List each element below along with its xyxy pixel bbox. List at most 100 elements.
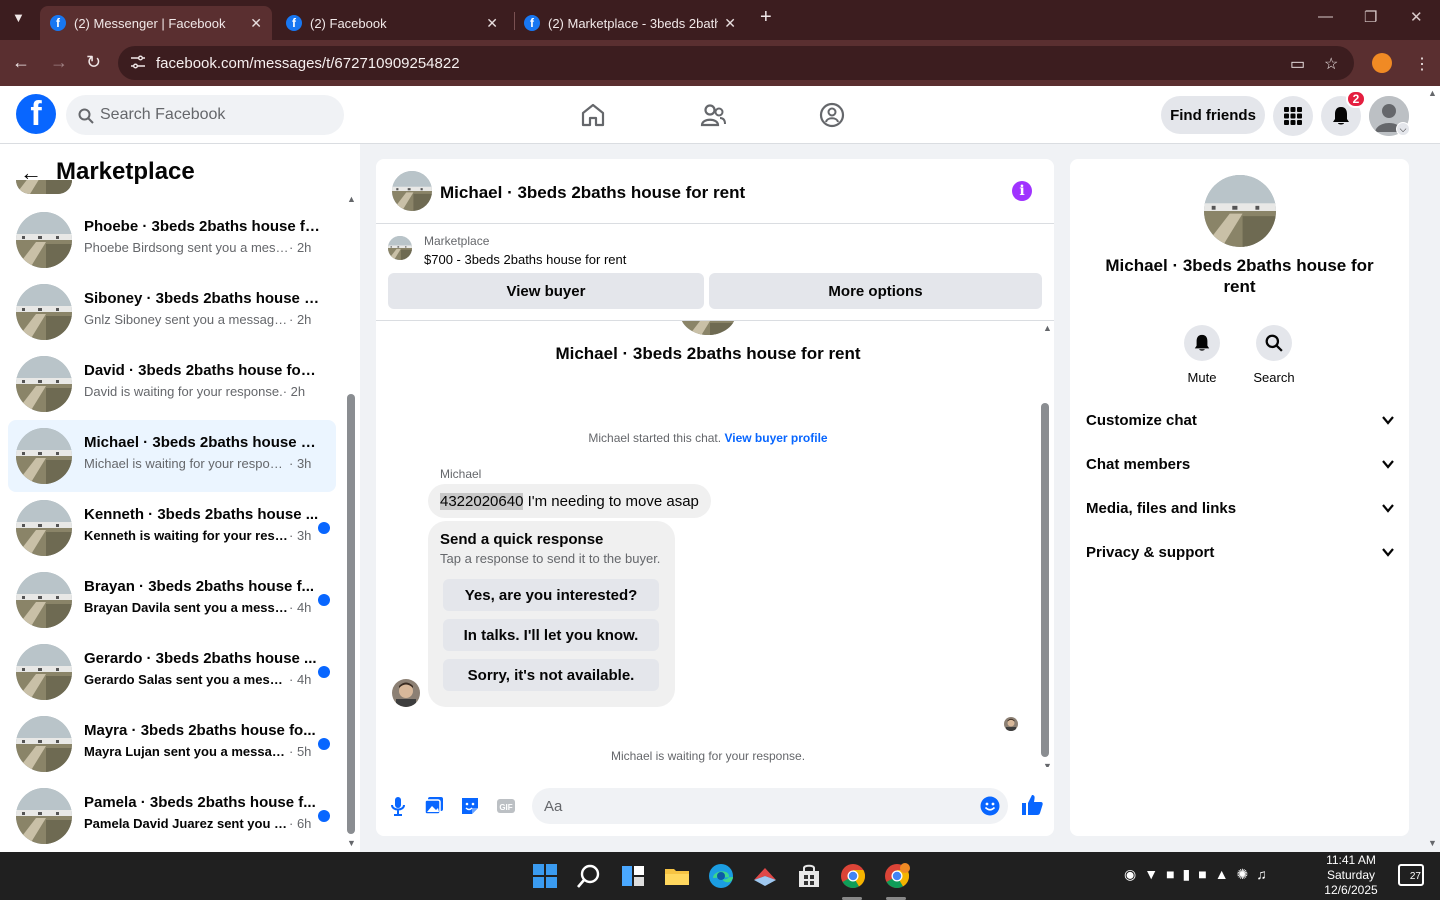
privacy-support-section[interactable]: Privacy & support [1086,538,1395,566]
message-bubble[interactable]: 4322020640 I'm needing to move asap [428,484,711,518]
chat-title[interactable]: Michael · 3beds 2baths house for rent [440,183,745,203]
microphone-icon[interactable] [388,796,408,816]
photo-icon[interactable] [424,796,444,816]
details-avatar[interactable] [1204,175,1276,247]
conversation-snippet: Michael is waiting for your response. · 3… [84,456,324,471]
system-tray-icons[interactable]: ◉▼■▮■▲✺♫ [1124,866,1275,883]
media-files-links-section[interactable]: Media, files and links [1086,494,1395,522]
home-icon[interactable] [579,101,607,129]
account-chevron-icon[interactable]: ⌵ [1396,122,1410,136]
sticker-icon[interactable] [460,796,480,816]
listing-thumbnail[interactable] [388,236,412,260]
tab-search-icon[interactable]: ▼ [12,10,25,25]
store-icon[interactable] [795,862,823,890]
unread-dot [318,522,330,534]
widgets-icon[interactable] [619,862,647,890]
mute-action[interactable]: Mute [1172,325,1232,385]
thumbs-up-icon[interactable] [1020,793,1044,817]
chevron-down-icon [1382,460,1394,469]
bookmark-star-icon[interactable]: ☆ [1324,54,1338,74]
close-tab-icon[interactable]: ✕ [724,15,736,32]
back-icon[interactable]: ← [12,52,30,73]
groups-icon[interactable] [818,101,846,129]
tab-messenger[interactable]: f (2) Messenger | Facebook ✕ [40,6,272,40]
browser-menu-icon[interactable]: ⋮ [1414,54,1430,74]
close-tab-icon[interactable]: ✕ [486,15,498,32]
more-options-button[interactable]: More options [709,273,1042,309]
app-icon[interactable] [751,862,779,890]
tab-marketplace[interactable]: f (2) Marketplace - 3beds 2baths ✕ [514,6,746,40]
scroll-down-icon[interactable]: ▼ [347,838,356,848]
search-input[interactable]: Search Facebook [66,95,344,135]
profile-icon[interactable] [1372,53,1392,73]
search-icon[interactable] [575,862,603,890]
new-tab-icon[interactable]: + [760,6,772,29]
view-buyer-profile-link[interactable]: View buyer profile [724,431,827,445]
tab-facebook[interactable]: f (2) Facebook ✕ [276,6,508,40]
chrome-profile-icon[interactable] [883,862,911,890]
snippet-time: · 5h [289,744,312,759]
page-scroll-up-icon[interactable]: ▲ [1428,88,1437,98]
file-explorer-icon[interactable] [663,862,691,890]
conversation-details-panel: Michael · 3beds 2baths house for rent Mu… [1070,159,1409,836]
conversation-snippet: David is waiting for your response. · 2h [84,384,324,399]
conversation-thumbnail [16,428,72,484]
install-app-icon[interactable]: ▭ [1290,54,1305,74]
info-icon[interactable]: i [1012,181,1032,201]
chrome-icon[interactable] [839,862,867,890]
conversation-item[interactable]: Mayra · 3beds 2baths house fo... Mayra Lu… [8,708,336,780]
unread-dot [318,810,330,822]
chat-members-section[interactable]: Chat members [1086,450,1395,478]
view-buyer-button[interactable]: View buyer [388,273,704,309]
clock[interactable]: 11:41 AM Saturday 12/6/2025 [1316,853,1386,898]
minimize-icon[interactable]: — [1318,8,1333,25]
conversation-item[interactable]: Brayan · 3beds 2baths house f... Brayan D… [8,564,336,636]
conversation-item[interactable]: David · 3beds 2baths house for r... David… [8,348,336,420]
chat-avatar[interactable] [392,171,432,211]
mute-label: Mute [1187,370,1217,385]
conversation-item[interactable]: Kenneth · 3beds 2baths house ... Kenneth … [8,492,336,564]
friends-icon[interactable] [699,101,727,129]
scroll-down-icon[interactable]: ▼ [1043,761,1052,767]
conversation-item[interactable]: Siboney · 3beds 2baths house fo... Gnlz S… [8,276,336,348]
svg-text:GIF: GIF [499,803,512,812]
close-window-icon[interactable]: ✕ [1410,8,1423,26]
windows-start-icon[interactable] [531,862,559,890]
edge-icon[interactable] [707,862,735,890]
customize-chat-section[interactable]: Customize chat [1086,406,1395,434]
quick-reply-interested-button[interactable]: Yes, are you interested? [443,579,659,611]
section-label: Privacy & support [1086,543,1215,561]
search-action[interactable]: Search [1244,325,1304,385]
phone-number-highlight: 4322020640 [440,492,524,510]
close-tab-icon[interactable]: ✕ [250,15,262,32]
emoji-icon[interactable] [980,796,1000,816]
tab-title: (2) Marketplace - 3beds 2baths [548,15,719,31]
site-settings-icon[interactable] [130,55,146,69]
list-scrollbar[interactable] [347,394,355,834]
partial-conversation-thumbnail [16,180,72,194]
forward-icon[interactable]: → [50,52,68,73]
sender-avatar[interactable] [392,679,420,707]
conversation-item[interactable]: Michael · 3beds 2baths house fo... Michae… [8,420,336,492]
thread-scrollbar[interactable] [1041,403,1049,757]
notification-center-icon[interactable]: 27 [1398,864,1424,886]
conversation-item[interactable]: Phoebe · 3beds 2baths house fo... Phoebe … [8,204,336,276]
reload-icon[interactable]: ↻ [86,52,101,73]
scroll-up-icon[interactable]: ▲ [347,194,356,204]
address-bar[interactable]: facebook.com/messages/t/672710909254822 [118,46,1354,80]
facebook-logo[interactable]: f [16,94,56,134]
quick-response-card: Send a quick response Tap a response to … [428,521,675,707]
menu-button[interactable] [1273,96,1313,136]
quick-reply-not-available-button[interactable]: Sorry, it's not available. [443,659,659,691]
quick-reply-in-talks-button[interactable]: In talks. I'll let you know. [443,619,659,651]
restore-icon[interactable]: ❐ [1364,8,1377,26]
listing-title[interactable]: $700 - 3beds 2baths house for rent [424,252,626,267]
waiting-notice: Michael is waiting for your response. [610,749,806,763]
find-friends-button[interactable]: Find friends [1161,96,1265,134]
message-input[interactable]: Aa [532,788,1008,824]
page-scroll-down-icon[interactable]: ▼ [1428,838,1437,848]
conversation-item[interactable]: Gerardo · 3beds 2baths house ... Gerardo … [8,636,336,708]
conversation-item[interactable]: Pamela · 3beds 2baths house f... Pamela D… [8,780,336,852]
scroll-up-icon[interactable]: ▲ [1043,323,1052,333]
gif-icon[interactable]: GIF [496,796,516,816]
